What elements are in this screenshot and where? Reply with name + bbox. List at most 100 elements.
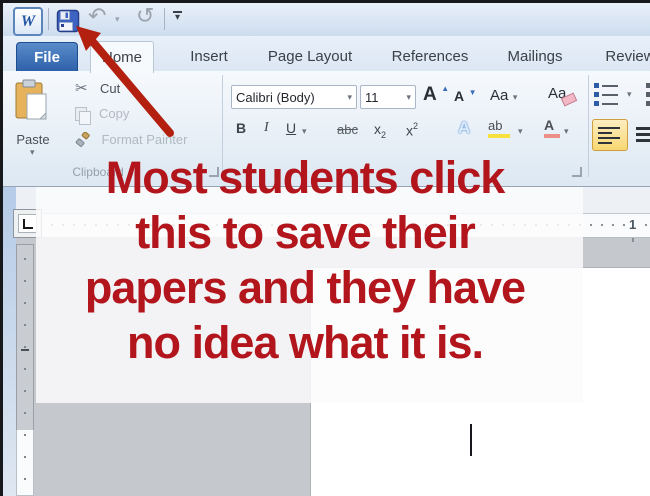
align-center-icon [636,133,650,136]
text-cursor [470,424,472,456]
tab-mailings[interactable]: Mailings [496,42,574,71]
ruler-dash [21,349,29,351]
numbering-icon [646,92,650,97]
font-name-combobox[interactable]: Calibri (Body) ▾ [231,85,357,109]
change-case-icon: Aa [490,87,508,104]
strikethrough-button[interactable]: abc [337,122,358,137]
subscript-button[interactable]: x2 [374,121,386,140]
ruler-margin-tick [632,238,634,242]
scissors-icon: ✂ [75,80,88,97]
superscript-button[interactable]: x2 [406,121,418,140]
italic-button[interactable]: I [264,120,269,136]
font-color-icon: A [544,118,560,132]
tab-label: File [34,49,60,66]
redo-button[interactable]: ↺ [136,5,154,27]
clear-formatting-button[interactable]: Aa [548,85,566,103]
align-left-icon [598,142,612,144]
highlight-icon: ab [488,119,510,132]
align-left-icon [598,132,612,134]
format-painter-button[interactable]: Format Painter [75,131,187,149]
undo-button[interactable]: ↶ [88,5,106,27]
numbering-icon [646,83,650,88]
floppy-disk-icon [56,9,80,33]
tab-selector-inner [18,214,37,233]
tab-home[interactable]: Home [90,41,154,73]
copy-pages-icon [79,111,91,125]
chevron-down-icon[interactable]: ▾ [564,126,569,137]
copy-label: Copy [99,106,129,121]
chevron-down-icon: ▾ [406,92,411,103]
chevron-down-icon[interactable]: ▾ [627,89,632,100]
annotation-line: papers and they have [85,262,525,314]
tab-file[interactable]: File [16,42,78,72]
customize-qat-button[interactable]: ▾ [173,11,182,22]
word-window: W ↶ ▾ ↺ ▾ File Home Insert [0,0,650,496]
copy-button[interactable]: Copy [75,105,129,123]
tab-label: Mailings [507,48,562,65]
tab-label: References [392,48,469,65]
ruler-number: 1 [626,217,639,232]
left-tab-icon [23,219,33,229]
change-case-button[interactable]: Aa ▾ [490,87,517,105]
shrink-font-icon: A [454,88,464,104]
font-color-button[interactable]: A [544,118,560,138]
chevron-down-icon: ▾ [30,147,35,158]
shrink-font-button[interactable]: A ▼ [454,88,477,106]
text-effects-button[interactable]: A [458,118,470,138]
screenshot-border [0,0,3,496]
align-center-icon [636,127,650,130]
cut-button[interactable]: ✂ Cut [75,79,120,98]
align-center-button[interactable] [636,121,650,147]
tab-label: Page Layout [268,48,352,65]
tab-insert[interactable]: Insert [176,42,242,71]
ribbon-tab-row: File Home Insert Page Layout References … [3,36,650,71]
font-size-combobox[interactable]: 11 ▾ [360,85,416,109]
annotation-line: this to save their [135,207,475,259]
bullets-icon [594,101,618,106]
group-divider [588,75,589,177]
title-bar: W ↶ ▾ ↺ ▾ [3,3,650,36]
tab-label: Review [605,48,650,65]
superscript-2: 2 [413,121,418,131]
font-color-bar [544,134,560,138]
annotation-line: no idea what it is. [127,317,483,369]
annotation-line: Most students click [106,152,505,204]
numbering-icon [646,101,650,106]
align-center-icon [636,139,650,142]
undo-dropdown-icon[interactable]: ▾ [115,14,120,25]
grow-font-button[interactable]: A ▲ [423,84,449,106]
font-size-value: 11 [365,90,379,105]
numbering-button[interactable] [646,83,650,106]
align-left-button[interactable] [592,119,628,151]
paintbrush-icon [75,132,91,148]
font-name-value: Calibri (Body) [236,90,315,105]
arrow-down-icon: ▼ [469,88,477,97]
chevron-down-icon: ▾ [175,14,180,22]
underline-button[interactable]: U [286,120,296,136]
save-button[interactable] [56,9,80,38]
cut-label: Cut [100,81,120,96]
ruler-ticks [24,258,26,490]
qat-separator [164,8,165,30]
highlight-color-button[interactable]: ab [488,119,510,138]
format-painter-label: Format Painter [101,132,187,147]
tab-references[interactable]: References [380,42,480,71]
bullets-icon [594,83,618,88]
tab-review[interactable]: Review [590,42,650,71]
chevron-down-icon[interactable]: ▾ [518,126,523,137]
subscript-x: x [374,121,381,137]
tab-label: Home [102,49,142,66]
paste-button[interactable]: Paste ▾ [9,77,57,161]
tab-page-layout[interactable]: Page Layout [256,42,364,71]
bullets-icon [594,92,618,97]
chevron-down-icon[interactable]: ▾ [302,126,307,137]
vertical-ruler[interactable] [16,244,34,496]
screenshot-border [0,0,650,3]
dialog-launcher-icon[interactable] [572,167,582,177]
word-logo-icon[interactable]: W [13,7,43,36]
clipboard-paste-icon [14,79,50,123]
bullets-button[interactable] [594,83,618,106]
subscript-2: 2 [381,130,386,140]
chevron-down-icon: ▾ [513,92,518,102]
bold-button[interactable]: B [236,120,246,136]
